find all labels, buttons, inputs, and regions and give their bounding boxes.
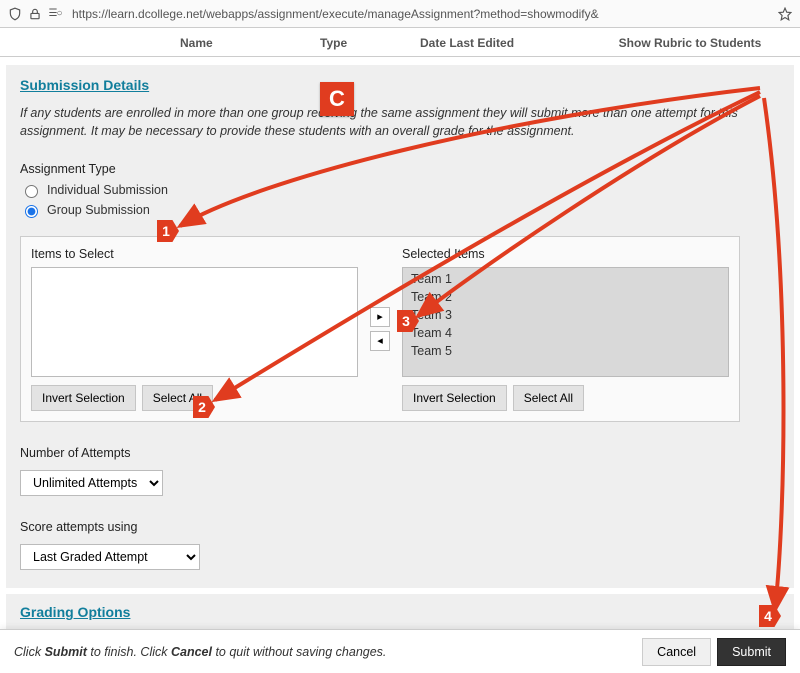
submission-details-title[interactable]: Submission Details [20, 77, 780, 93]
score-attempts-label: Score attempts using [20, 520, 780, 534]
submission-hint: If any students are enrolled in more tha… [20, 105, 780, 140]
items-to-select-col: Items to Select Invert Selection Select … [31, 247, 358, 411]
right-invert-selection-button[interactable]: Invert Selection [402, 385, 507, 411]
number-of-attempts-select[interactable]: Unlimited Attempts [20, 470, 163, 496]
col-type: Type [320, 36, 420, 50]
radio-group-label: Group Submission [47, 203, 150, 217]
list-item[interactable]: Team 5 [403, 342, 728, 360]
page-content: Name Type Date Last Edited Show Rubric t… [0, 28, 800, 673]
selected-items-label: Selected Items [402, 247, 729, 261]
site-settings-icon[interactable]: ☰○ [48, 7, 62, 21]
list-item[interactable]: Team 3 [403, 306, 728, 324]
score-attempts-select[interactable]: Last Graded Attempt [20, 544, 200, 570]
mover-buttons: ▸ ◂ [368, 247, 392, 411]
bookmark-star-icon[interactable] [778, 7, 792, 21]
radio-group-input[interactable] [25, 205, 38, 218]
move-right-button[interactable]: ▸ [370, 307, 390, 327]
items-to-select-label: Items to Select [31, 247, 358, 261]
items-to-select-box[interactable] [31, 267, 358, 377]
browser-address-bar: ☰○ [0, 0, 800, 28]
list-item[interactable]: Team 4 [403, 324, 728, 342]
annotation-c-badge: C [320, 82, 354, 116]
number-of-attempts-label: Number of Attempts [20, 446, 780, 460]
col-name: Name [180, 36, 320, 50]
grading-options-title: Grading Options [20, 604, 780, 620]
submit-button[interactable]: Submit [717, 638, 786, 666]
list-item[interactable]: Team 1 [403, 270, 728, 288]
left-invert-selection-button[interactable]: Invert Selection [31, 385, 136, 411]
rubric-table-header: Name Type Date Last Edited Show Rubric t… [0, 28, 800, 57]
move-left-button[interactable]: ◂ [370, 331, 390, 351]
radio-individual-input[interactable] [25, 185, 38, 198]
radio-individual[interactable]: Individual Submission [20, 182, 780, 198]
right-select-all-button[interactable]: Select All [513, 385, 584, 411]
selected-items-box[interactable]: Team 1 Team 2 Team 3 Team 4 Team 5 [402, 267, 729, 377]
assignment-type-label: Assignment Type [20, 162, 780, 176]
shield-icon[interactable] [8, 7, 22, 21]
group-dual-list: Items to Select Invert Selection Select … [20, 236, 740, 422]
radio-individual-label: Individual Submission [47, 183, 168, 197]
grading-options-section[interactable]: Grading Options [6, 594, 794, 630]
form-footer: Click Submit to finish. Click Cancel to … [0, 629, 800, 673]
selected-items-col: Selected Items Team 1 Team 2 Team 3 Team… [402, 247, 729, 411]
radio-group[interactable]: Group Submission [20, 202, 780, 218]
col-date: Date Last Edited [420, 36, 600, 50]
list-item[interactable]: Team 2 [403, 288, 728, 306]
lock-icon[interactable] [28, 7, 42, 21]
col-rubric: Show Rubric to Students [600, 36, 780, 50]
url-input[interactable] [68, 5, 772, 23]
cancel-button[interactable]: Cancel [642, 638, 711, 666]
footer-instructions: Click Submit to finish. Click Cancel to … [14, 645, 642, 659]
